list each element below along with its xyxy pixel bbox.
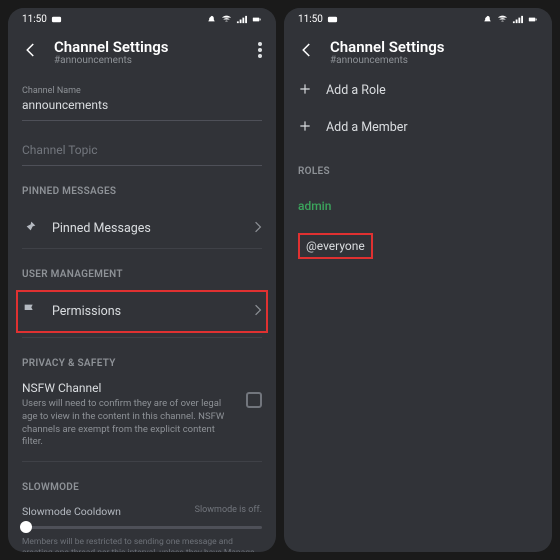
- status-time: 11:50: [298, 14, 323, 25]
- pinned-messages-row[interactable]: Pinned Messages: [22, 209, 262, 248]
- chevron-right-icon: [254, 304, 262, 319]
- nsfw-checkbox[interactable]: [246, 392, 262, 408]
- role-everyone-row[interactable]: @everyone: [298, 223, 538, 269]
- back-button[interactable]: [22, 41, 40, 63]
- status-bar: 11:50: [8, 8, 276, 30]
- roles-section-label: ROLES: [298, 166, 538, 177]
- wifi-icon: [497, 14, 508, 25]
- pinned-label: Pinned Messages: [52, 221, 151, 236]
- status-bar: 11:50: [284, 8, 552, 30]
- signal-icon: [236, 14, 247, 25]
- role-everyone: @everyone: [298, 233, 373, 259]
- header-title: Channel Settings: [54, 38, 169, 56]
- slowmode-off: Slowmode is off.: [195, 505, 262, 518]
- youtube-icon: [327, 14, 338, 25]
- battery-icon: [527, 14, 538, 25]
- slider-thumb[interactable]: [20, 521, 32, 533]
- plus-icon: [298, 82, 312, 99]
- header-subtitle: #announcements: [54, 55, 169, 66]
- more-button[interactable]: [258, 42, 262, 62]
- more-vert-icon: [258, 42, 262, 58]
- right-content: Add a Role Add a Member ROLES admin @eve…: [284, 72, 552, 552]
- channel-name-label: Channel Name: [22, 86, 262, 96]
- mute-icon: [206, 14, 217, 25]
- signal-icon: [512, 14, 523, 25]
- right-phone-frame: 11:50 Channel Settings #announcements Ad…: [284, 8, 552, 552]
- pinned-section-label: PINNED MESSAGES: [22, 186, 262, 197]
- arrow-left-icon: [22, 41, 40, 59]
- slowmode-desc: Members will be restricted to sending on…: [22, 537, 262, 552]
- app-header: Channel Settings #announcements: [284, 30, 552, 72]
- mute-icon: [482, 14, 493, 25]
- chevron-right-icon: [254, 221, 262, 236]
- pin-icon: [22, 219, 38, 238]
- slowmode-slider[interactable]: [22, 526, 262, 529]
- left-content: Channel Name announcements Channel Topic…: [8, 72, 276, 552]
- user-mgmt-section-label: USER MANAGEMENT: [22, 269, 262, 280]
- permissions-row[interactable]: Permissions: [22, 292, 262, 331]
- channel-name-input[interactable]: announcements: [22, 98, 262, 121]
- header-title: Channel Settings: [330, 38, 445, 56]
- channel-topic-input[interactable]: Channel Topic: [22, 143, 262, 166]
- status-time: 11:50: [22, 14, 47, 25]
- arrow-left-icon: [298, 41, 316, 59]
- plus-icon: [298, 119, 312, 136]
- role-admin[interactable]: admin: [298, 189, 538, 223]
- add-role-row[interactable]: Add a Role: [298, 72, 538, 109]
- add-member-row[interactable]: Add a Member: [298, 109, 538, 146]
- back-button[interactable]: [298, 41, 316, 63]
- slowmode-section-label: SLOWMODE: [22, 482, 262, 493]
- nsfw-title: NSFW Channel: [22, 381, 262, 395]
- flag-icon: [22, 302, 38, 321]
- youtube-icon: [51, 14, 62, 25]
- nsfw-desc: Users will need to confirm they are of o…: [22, 398, 262, 449]
- nsfw-desc-text: Users will need to confirm they are of o…: [22, 398, 224, 447]
- header-subtitle: #announcements: [330, 55, 445, 66]
- permissions-label: Permissions: [52, 304, 121, 319]
- battery-icon: [251, 14, 262, 25]
- add-member-label: Add a Member: [326, 120, 408, 135]
- privacy-section-label: PRIVACY & SAFETY: [22, 358, 262, 369]
- left-phone-frame: 11:50 Channel Settings #announcements Ch…: [8, 8, 276, 552]
- app-header: Channel Settings #announcements: [8, 30, 276, 72]
- add-role-label: Add a Role: [326, 83, 386, 98]
- slowmode-title: Slowmode Cooldown: [22, 505, 121, 518]
- wifi-icon: [221, 14, 232, 25]
